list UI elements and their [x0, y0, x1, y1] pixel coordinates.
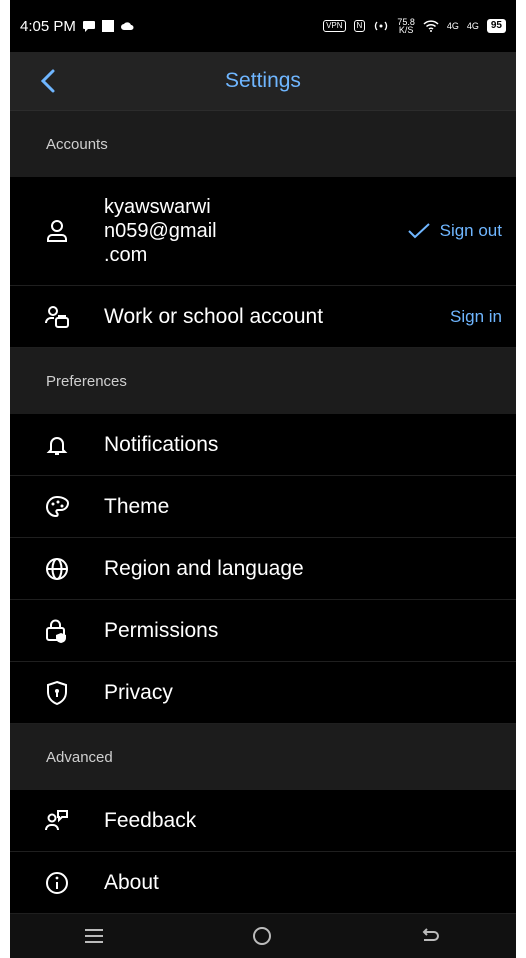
status-bar: 4:05 PM VPN N 75.8 K/S 4G 4G 95 — [10, 0, 516, 52]
work-account-icon — [45, 305, 69, 328]
status-time: 4:05 PM — [20, 17, 76, 35]
section-preferences: Preferences — [10, 348, 516, 414]
wifi-icon — [423, 20, 439, 32]
theme-label: Theme — [104, 494, 170, 518]
settings-item-privacy[interactable]: Privacy — [10, 662, 516, 724]
hotspot-icon — [375, 21, 388, 31]
account-email: kyawswarwi n059@gmail .com — [104, 196, 217, 266]
section-advanced: Advanced — [10, 724, 516, 790]
feedback-icon — [45, 809, 68, 830]
settings-item-theme[interactable]: Theme — [10, 476, 516, 538]
checkmark-icon — [407, 223, 430, 239]
vpn-icon: VPN — [323, 20, 346, 32]
section-accounts: Accounts — [10, 111, 516, 177]
globe-icon — [46, 557, 68, 580]
settings-item-permissions[interactable]: Permissions — [10, 600, 516, 662]
permissions-label: Permissions — [104, 618, 219, 642]
sign-in-button[interactable]: Sign in — [450, 307, 516, 327]
menu-icon[interactable] — [84, 927, 104, 945]
account-row-work[interactable]: Work or school account Sign in — [10, 286, 516, 348]
phone-screen: 4:05 PM VPN N 75.8 K/S 4G 4G 95 Settings… — [10, 0, 516, 958]
privacy-label: Privacy — [104, 680, 173, 704]
notifications-label: Notifications — [104, 432, 219, 456]
bell-icon — [46, 436, 68, 455]
chat-icon — [82, 21, 95, 32]
nfc-icon: N — [353, 20, 366, 32]
sign-out-button[interactable]: Sign out — [440, 221, 502, 241]
square-icon — [101, 20, 114, 32]
home-icon[interactable] — [251, 925, 273, 947]
signal-4g-2: 4G — [466, 21, 479, 31]
settings-item-region[interactable]: Region and language — [10, 538, 516, 600]
back-arrow-icon[interactable] — [36, 68, 62, 94]
settings-item-about[interactable]: About — [10, 852, 516, 914]
shield-icon — [47, 680, 67, 705]
cloud-icon — [120, 22, 134, 30]
battery-icon: 95 — [486, 19, 506, 33]
app-header: Settings — [10, 52, 516, 111]
about-label: About — [104, 870, 159, 894]
back-nav-icon[interactable] — [420, 927, 442, 945]
lock-shield-icon — [46, 619, 66, 643]
page-title: Settings — [225, 69, 301, 92]
palette-icon — [45, 495, 70, 517]
net-speed: 75.8 K/S — [397, 17, 415, 35]
settings-item-notifications[interactable]: Notifications — [10, 414, 516, 476]
region-label: Region and language — [104, 556, 304, 580]
signal-4g-1: 4G — [446, 21, 459, 31]
settings-item-feedback[interactable]: Feedback — [10, 790, 516, 852]
system-nav-bar — [10, 914, 516, 958]
person-icon — [47, 220, 67, 242]
feedback-label: Feedback — [104, 808, 197, 832]
info-icon — [46, 871, 68, 894]
work-account-label: Work or school account — [104, 304, 324, 328]
account-row-personal[interactable]: kyawswarwi n059@gmail .com Sign out — [10, 177, 516, 286]
